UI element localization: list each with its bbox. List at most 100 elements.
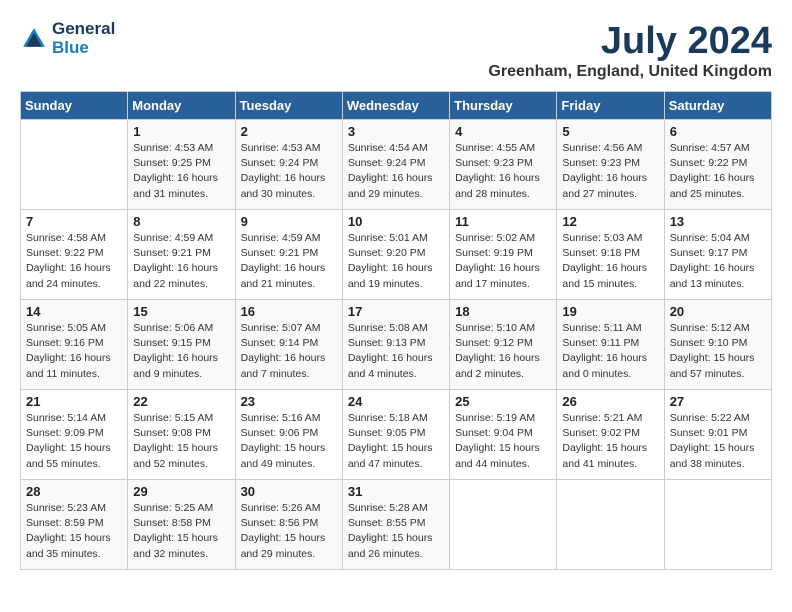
day-info: Sunrise: 5:21 AM Sunset: 9:02 PM Dayligh…	[562, 411, 658, 472]
day-info: Sunrise: 5:16 AM Sunset: 9:06 PM Dayligh…	[241, 411, 337, 472]
day-number: 7	[26, 214, 122, 229]
day-number: 5	[562, 124, 658, 139]
day-info: Sunrise: 5:03 AM Sunset: 9:18 PM Dayligh…	[562, 231, 658, 292]
calendar-cell: 23 Sunrise: 5:16 AM Sunset: 9:06 PM Dayli…	[235, 390, 342, 480]
day-number: 12	[562, 214, 658, 229]
day-info: Sunrise: 4:54 AM Sunset: 9:24 PM Dayligh…	[348, 141, 444, 202]
calendar-cell: 24 Sunrise: 5:18 AM Sunset: 9:05 PM Dayli…	[342, 390, 449, 480]
day-number: 21	[26, 394, 122, 409]
calendar-cell: 26 Sunrise: 5:21 AM Sunset: 9:02 PM Dayli…	[557, 390, 664, 480]
day-info: Sunrise: 5:22 AM Sunset: 9:01 PM Dayligh…	[670, 411, 766, 472]
day-info: Sunrise: 5:18 AM Sunset: 9:05 PM Dayligh…	[348, 411, 444, 472]
calendar-cell: 14 Sunrise: 5:05 AM Sunset: 9:16 PM Dayli…	[21, 300, 128, 390]
calendar-cell: 9Sunrise: 4:59 AM Sunset: 9:21 PM Daylig…	[235, 210, 342, 300]
day-number: 13	[670, 214, 766, 229]
calendar-cell	[557, 480, 664, 570]
day-number: 18	[455, 304, 551, 319]
week-row-3: 14 Sunrise: 5:05 AM Sunset: 9:16 PM Dayli…	[21, 300, 772, 390]
day-number: 26	[562, 394, 658, 409]
week-row-1: 1 Sunrise: 4:53 AM Sunset: 9:25 PM Daylig…	[21, 120, 772, 210]
day-number: 11	[455, 214, 551, 229]
calendar-cell: 25 Sunrise: 5:19 AM Sunset: 9:04 PM Dayli…	[450, 390, 557, 480]
calendar-cell: 31 Sunrise: 5:28 AM Sunset: 8:55 PM Dayli…	[342, 480, 449, 570]
day-number: 3	[348, 124, 444, 139]
day-info: Sunrise: 5:08 AM Sunset: 9:13 PM Dayligh…	[348, 321, 444, 382]
calendar-cell: 19Sunrise: 5:11 AM Sunset: 9:11 PM Dayli…	[557, 300, 664, 390]
calendar-cell: 7 Sunrise: 4:58 AM Sunset: 9:22 PM Daylig…	[21, 210, 128, 300]
day-info: Sunrise: 5:02 AM Sunset: 9:19 PM Dayligh…	[455, 231, 551, 292]
calendar-cell: 1 Sunrise: 4:53 AM Sunset: 9:25 PM Daylig…	[128, 120, 235, 210]
header-row: SundayMondayTuesdayWednesdayThursdayFrid…	[21, 92, 772, 120]
day-info: Sunrise: 5:19 AM Sunset: 9:04 PM Dayligh…	[455, 411, 551, 472]
day-number: 14	[26, 304, 122, 319]
day-info: Sunrise: 5:12 AM Sunset: 9:10 PM Dayligh…	[670, 321, 766, 382]
day-number: 6	[670, 124, 766, 139]
day-info: Sunrise: 5:06 AM Sunset: 9:15 PM Dayligh…	[133, 321, 229, 382]
day-info: Sunrise: 4:57 AM Sunset: 9:22 PM Dayligh…	[670, 141, 766, 202]
logo-line1: General	[52, 20, 115, 39]
calendar-table: SundayMondayTuesdayWednesdayThursdayFrid…	[20, 91, 772, 570]
day-number: 29	[133, 484, 229, 499]
calendar-cell: 5Sunrise: 4:56 AM Sunset: 9:23 PM Daylig…	[557, 120, 664, 210]
calendar-cell: 10 Sunrise: 5:01 AM Sunset: 9:20 PM Dayli…	[342, 210, 449, 300]
day-number: 15	[133, 304, 229, 319]
calendar-cell: 6 Sunrise: 4:57 AM Sunset: 9:22 PM Daylig…	[664, 120, 771, 210]
calendar-cell	[450, 480, 557, 570]
calendar-cell: 28Sunrise: 5:23 AM Sunset: 8:59 PM Dayli…	[21, 480, 128, 570]
day-number: 22	[133, 394, 229, 409]
day-number: 4	[455, 124, 551, 139]
day-info: Sunrise: 5:15 AM Sunset: 9:08 PM Dayligh…	[133, 411, 229, 472]
week-row-5: 28Sunrise: 5:23 AM Sunset: 8:59 PM Dayli…	[21, 480, 772, 570]
location: Greenham, England, United Kingdom	[488, 63, 772, 81]
calendar-cell: 29Sunrise: 5:25 AM Sunset: 8:58 PM Dayli…	[128, 480, 235, 570]
calendar-cell: 30 Sunrise: 5:26 AM Sunset: 8:56 PM Dayli…	[235, 480, 342, 570]
header-friday: Friday	[557, 92, 664, 120]
day-number: 27	[670, 394, 766, 409]
logo-icon	[20, 25, 48, 53]
title-block: July 2024 Greenham, England, United King…	[488, 20, 772, 81]
day-number: 30	[241, 484, 337, 499]
calendar-cell: 4Sunrise: 4:55 AM Sunset: 9:23 PM Daylig…	[450, 120, 557, 210]
day-number: 2	[241, 124, 337, 139]
day-info: Sunrise: 4:59 AM Sunset: 9:21 PM Dayligh…	[133, 231, 229, 292]
day-number: 23	[241, 394, 337, 409]
header-wednesday: Wednesday	[342, 92, 449, 120]
header-thursday: Thursday	[450, 92, 557, 120]
week-row-4: 21 Sunrise: 5:14 AM Sunset: 9:09 PM Dayli…	[21, 390, 772, 480]
day-info: Sunrise: 5:05 AM Sunset: 9:16 PM Dayligh…	[26, 321, 122, 382]
calendar-cell: 20 Sunrise: 5:12 AM Sunset: 9:10 PM Dayli…	[664, 300, 771, 390]
calendar-cell: 12 Sunrise: 5:03 AM Sunset: 9:18 PM Dayli…	[557, 210, 664, 300]
day-info: Sunrise: 5:14 AM Sunset: 9:09 PM Dayligh…	[26, 411, 122, 472]
logo-line2: Blue	[52, 39, 115, 58]
header-saturday: Saturday	[664, 92, 771, 120]
logo: General Blue	[20, 20, 115, 57]
day-info: Sunrise: 5:01 AM Sunset: 9:20 PM Dayligh…	[348, 231, 444, 292]
calendar-cell: 27 Sunrise: 5:22 AM Sunset: 9:01 PM Dayli…	[664, 390, 771, 480]
day-number: 31	[348, 484, 444, 499]
week-row-2: 7 Sunrise: 4:58 AM Sunset: 9:22 PM Daylig…	[21, 210, 772, 300]
calendar-cell: 21 Sunrise: 5:14 AM Sunset: 9:09 PM Dayli…	[21, 390, 128, 480]
day-number: 10	[348, 214, 444, 229]
calendar-cell: 15 Sunrise: 5:06 AM Sunset: 9:15 PM Dayli…	[128, 300, 235, 390]
calendar-cell: 3 Sunrise: 4:54 AM Sunset: 9:24 PM Daylig…	[342, 120, 449, 210]
day-info: Sunrise: 5:04 AM Sunset: 9:17 PM Dayligh…	[670, 231, 766, 292]
calendar-cell	[21, 120, 128, 210]
header-tuesday: Tuesday	[235, 92, 342, 120]
day-info: Sunrise: 5:26 AM Sunset: 8:56 PM Dayligh…	[241, 501, 337, 562]
day-number: 24	[348, 394, 444, 409]
day-info: Sunrise: 4:58 AM Sunset: 9:22 PM Dayligh…	[26, 231, 122, 292]
day-info: Sunrise: 4:53 AM Sunset: 9:25 PM Dayligh…	[133, 141, 229, 202]
day-number: 9	[241, 214, 337, 229]
day-number: 20	[670, 304, 766, 319]
calendar-cell: 22 Sunrise: 5:15 AM Sunset: 9:08 PM Dayli…	[128, 390, 235, 480]
day-number: 1	[133, 124, 229, 139]
day-number: 19	[562, 304, 658, 319]
calendar-cell: 18Sunrise: 5:10 AM Sunset: 9:12 PM Dayli…	[450, 300, 557, 390]
day-number: 17	[348, 304, 444, 319]
day-number: 25	[455, 394, 551, 409]
day-info: Sunrise: 5:23 AM Sunset: 8:59 PM Dayligh…	[26, 501, 122, 562]
day-info: Sunrise: 5:07 AM Sunset: 9:14 PM Dayligh…	[241, 321, 337, 382]
day-info: Sunrise: 5:28 AM Sunset: 8:55 PM Dayligh…	[348, 501, 444, 562]
page-header: General Blue July 2024 Greenham, England…	[20, 20, 772, 81]
calendar-cell: 13 Sunrise: 5:04 AM Sunset: 9:17 PM Dayli…	[664, 210, 771, 300]
